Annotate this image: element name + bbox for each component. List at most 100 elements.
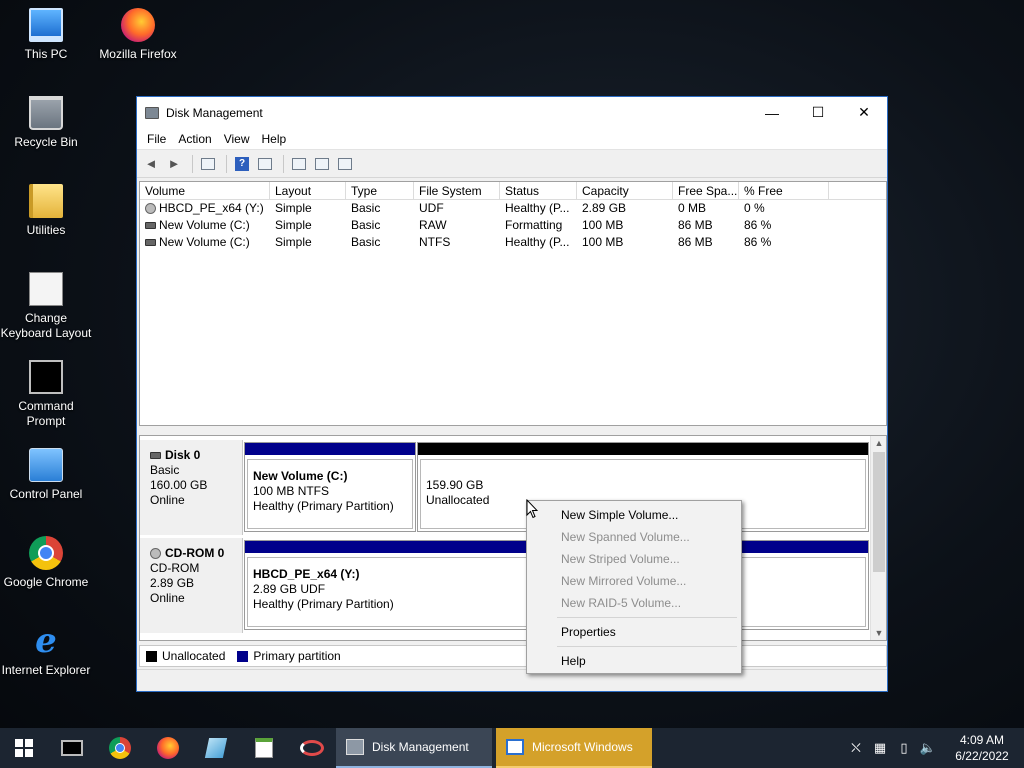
desktop-icon-firefox[interactable]: Mozilla Firefox xyxy=(92,8,184,62)
free-space-cell: 86 MB xyxy=(678,235,713,249)
scrollbar-thumb[interactable] xyxy=(873,452,885,572)
scroll-up-icon[interactable]: ▲ xyxy=(871,436,886,450)
column-header-layout[interactable]: Layout xyxy=(270,182,346,199)
volume-cell: New Volume (C:) xyxy=(140,234,270,251)
taskbar-pin-firefox[interactable] xyxy=(144,728,192,768)
notepad-icon xyxy=(204,738,228,758)
window-app-icon xyxy=(506,739,524,755)
task-label: Microsoft Windows xyxy=(532,740,633,754)
speaker-muted-icon[interactable]: 🔈 xyxy=(916,728,940,768)
menu-item-help[interactable]: Help xyxy=(527,650,741,672)
layout-cell: Simple xyxy=(275,218,312,232)
toolbar-divider xyxy=(226,154,227,173)
disk-name-line: Disk 0 xyxy=(150,448,242,463)
menu-item-new-simple-volume[interactable]: New Simple Volume... xyxy=(527,504,741,526)
free-space-cell: 0 MB xyxy=(678,201,707,215)
scroll-down-icon[interactable]: ▼ xyxy=(871,626,886,640)
clock[interactable]: 4:09 AM 6/22/2022 xyxy=(940,732,1024,764)
type-cell: Basic xyxy=(351,201,381,215)
disk-state: Online xyxy=(150,493,185,507)
help-button[interactable]: ? xyxy=(232,154,252,174)
taskbar-task-disk-management[interactable]: Disk Management xyxy=(336,728,492,768)
show-hide-console-tree-button[interactable] xyxy=(198,154,218,174)
percent-free-cell: 0 % xyxy=(744,201,765,215)
primary-partition-bar xyxy=(245,443,415,455)
table-row[interactable]: New Volume (C:) Simple Basic NTFS Health… xyxy=(140,234,886,251)
color-palette-icon[interactable]: ▦ xyxy=(868,728,892,768)
column-header-file-system[interactable]: File System xyxy=(414,182,500,199)
column-header-type[interactable]: Type xyxy=(346,182,414,199)
context-menu: New Simple Volume... New Spanned Volume.… xyxy=(526,500,742,674)
menu-file[interactable]: File xyxy=(141,128,172,150)
chart-document-icon xyxy=(255,738,273,758)
partition-c[interactable]: New Volume (C:) 100 MB NTFS Healthy (Pri… xyxy=(244,442,416,532)
maximize-button[interactable]: ☐ xyxy=(795,97,841,128)
desktop-icon-keyboard-layout[interactable]: Change Keyboard Layout xyxy=(0,272,92,341)
menu-item-new-spanned-volume: New Spanned Volume... xyxy=(561,530,690,544)
internet-explorer-icon: e xyxy=(35,621,57,661)
column-header-volume[interactable]: Volume xyxy=(140,182,270,199)
primary-partition-swatch xyxy=(237,650,249,662)
legend: Unallocated Primary partition xyxy=(139,645,887,667)
menu-item-new-striped-volume: New Striped Volume... xyxy=(561,552,680,566)
menu-help[interactable]: Help xyxy=(256,128,293,150)
close-button[interactable]: ✕ xyxy=(841,97,887,128)
column-header-percent-free[interactable]: % Free xyxy=(739,182,829,199)
cd-drive-icon xyxy=(150,548,161,560)
forward-button[interactable]: ► xyxy=(164,154,184,174)
chrome-icon xyxy=(29,536,63,570)
desktop-icon-control-panel[interactable]: Control Panel xyxy=(0,448,92,502)
menu-view[interactable]: View xyxy=(218,128,256,150)
console-tree-icon xyxy=(201,157,215,170)
task-label: Disk Management xyxy=(372,740,469,754)
file-system-cell: RAW xyxy=(419,218,447,232)
desktop-icon-chrome[interactable]: Google Chrome xyxy=(0,536,92,590)
column-header-capacity[interactable]: Capacity xyxy=(577,182,673,199)
disk-label[interactable]: Disk 0 Basic 160.00 GB Online xyxy=(140,440,243,535)
desktop-icon-command-prompt[interactable]: Command Prompt xyxy=(0,360,92,429)
taskbar-task-microsoft-windows[interactable]: Microsoft Windows xyxy=(496,728,652,768)
usb-device-icon[interactable]: ▯ xyxy=(892,728,916,768)
volume-list: Volume Layout Type File System Status Ca… xyxy=(139,181,887,426)
connect-button[interactable] xyxy=(289,154,309,174)
checklist-button[interactable] xyxy=(312,154,332,174)
settings-button[interactable] xyxy=(335,154,355,174)
column-header-free-space[interactable]: Free Spa... xyxy=(673,182,739,199)
start-button[interactable] xyxy=(0,728,48,768)
taskbar-pin-snipping[interactable] xyxy=(288,728,336,768)
vertical-scrollbar[interactable]: ▲ ▼ xyxy=(870,436,886,640)
table-row[interactable]: New Volume (C:) Simple Basic RAW Formatt… xyxy=(140,217,886,234)
toolbar: ◄ ► ? xyxy=(137,150,887,178)
back-button[interactable]: ◄ xyxy=(141,154,161,174)
partition-status: Healthy (Primary Partition) xyxy=(253,499,394,513)
disk-size: 2.89 GB xyxy=(150,576,195,590)
minimize-button[interactable]: — xyxy=(749,97,795,128)
taskbar-pin-task-chart[interactable] xyxy=(240,728,288,768)
connect-icon xyxy=(292,157,306,170)
desktop-icon-label: Change Keyboard Layout xyxy=(0,311,92,340)
desktop-icon-internet-explorer[interactable]: e Internet Explorer xyxy=(0,624,92,678)
desktop-icon-utilities[interactable]: Utilities xyxy=(0,184,92,238)
taskbar-pin-command-prompt[interactable] xyxy=(48,728,96,768)
properties-button[interactable] xyxy=(255,154,275,174)
windows-logo-icon xyxy=(15,739,33,757)
desktop-icon-recycle-bin[interactable]: Recycle Bin xyxy=(0,96,92,150)
checklist-icon xyxy=(315,157,329,170)
menu-item-properties[interactable]: Properties xyxy=(527,621,741,643)
properties-icon xyxy=(258,157,272,170)
table-row[interactable]: HBCD_PE_x64 (Y:) Simple Basic UDF Health… xyxy=(140,200,886,217)
desktop-icon-this-pc[interactable]: This PC xyxy=(0,8,92,62)
taskbar-pin-chrome[interactable] xyxy=(96,728,144,768)
network-disconnected-icon[interactable]: ⛌ xyxy=(844,728,868,768)
disk-label[interactable]: CD-ROM 0 CD-ROM 2.89 GB Online xyxy=(140,538,243,633)
taskbar-pin-notepad[interactable] xyxy=(192,728,240,768)
title-bar[interactable]: Disk Management — ☐ ✕ xyxy=(137,97,887,128)
partition-detail: 159.90 GB xyxy=(426,478,484,492)
disk-management-app-icon xyxy=(346,739,364,755)
menu-action[interactable]: Action xyxy=(172,128,217,150)
status-cell: Formatting xyxy=(505,218,563,232)
free-space-cell: 86 MB xyxy=(678,218,713,232)
layout-cell: Simple xyxy=(275,201,312,215)
firefox-icon xyxy=(121,8,155,42)
column-header-status[interactable]: Status xyxy=(500,182,577,199)
